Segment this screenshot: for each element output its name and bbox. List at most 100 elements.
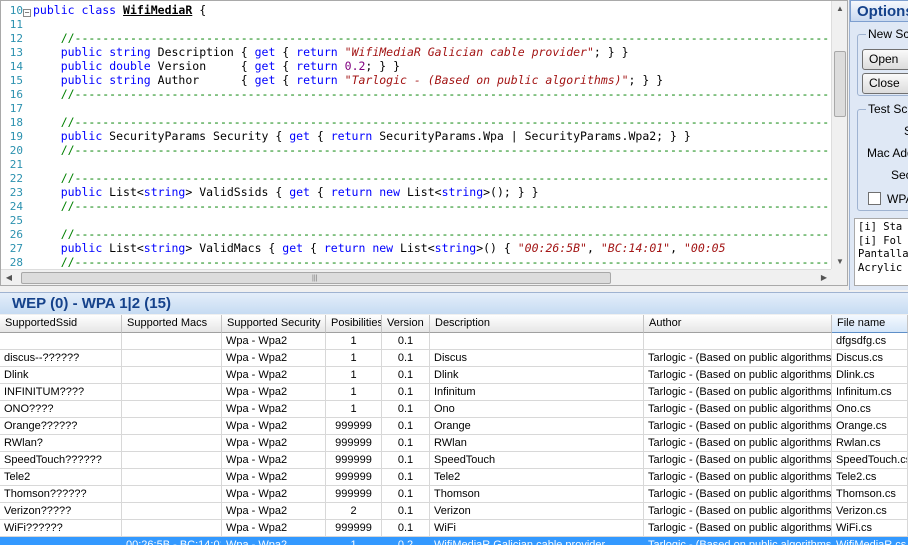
table-cell[interactable]: Wpa - Wpa2: [222, 333, 326, 350]
table-cell[interactable]: Tarlogic - (Based on public algorithms): [644, 367, 832, 384]
code-line[interactable]: 25: [1, 213, 832, 227]
table-row[interactable]: discus--?????? Wpa - Wpa2 1 0.1 Discus Tarlog…: [0, 350, 908, 367]
table-cell[interactable]: 0.1: [382, 520, 430, 537]
table-cell[interactable]: Tarlogic - (Based on public algorithms): [644, 384, 832, 401]
code-line[interactable]: 12 //-----------------------------------…: [1, 31, 832, 45]
table-cell[interactable]: [122, 401, 222, 418]
table-cell[interactable]: 0.1: [382, 367, 430, 384]
table-cell[interactable]: Discus.cs: [832, 350, 908, 367]
column-header-author[interactable]: Author: [644, 315, 832, 333]
table-cell[interactable]: 1: [326, 367, 382, 384]
horizontal-scroll-thumb[interactable]: |||: [21, 272, 611, 284]
table-cell[interactable]: Tele2.cs: [832, 469, 908, 486]
table-cell[interactable]: 999999: [326, 435, 382, 452]
code-area[interactable]: 10− public class WifiMediaR {11 12 //-----…: [1, 1, 832, 270]
table-cell[interactable]: Wpa - Wpa2: [222, 503, 326, 520]
table-cell[interactable]: WiFi??????: [0, 520, 122, 537]
table-cell[interactable]: 1: [326, 537, 382, 545]
table-cell[interactable]: [122, 452, 222, 469]
table-cell[interactable]: Wpa - Wpa2: [222, 537, 326, 545]
table-cell[interactable]: Tarlogic - (Based on public algorithms): [644, 486, 832, 503]
table-cell[interactable]: Wpa - Wpa2: [222, 401, 326, 418]
table-cell[interactable]: [122, 333, 222, 350]
code-line[interactable]: 26 //-----------------------------------…: [1, 227, 832, 241]
vertical-scroll-thumb[interactable]: [834, 51, 846, 117]
table-cell[interactable]: 1: [326, 401, 382, 418]
table-cell[interactable]: Tarlogic - (Based on public algorithms): [644, 418, 832, 435]
scroll-up-icon[interactable]: ▲: [832, 1, 848, 17]
table-cell[interactable]: Orange.cs: [832, 418, 908, 435]
table-cell[interactable]: Tarlogic - (Based on public algorithms): [644, 401, 832, 418]
code-line[interactable]: 28 //-----------------------------------…: [1, 255, 832, 269]
table-row[interactable]: Orange?????? Wpa - Wpa2 999999 0.1 Orange Tar…: [0, 418, 908, 435]
table-cell[interactable]: Wpa - Wpa2: [222, 469, 326, 486]
scroll-right-icon[interactable]: ▶: [816, 270, 832, 286]
code-line[interactable]: 27 public List<string> ValidMacs { get {…: [1, 241, 832, 255]
table-cell[interactable]: [122, 350, 222, 367]
table-cell[interactable]: RWlan?: [0, 435, 122, 452]
table-cell[interactable]: Verizon?????: [0, 503, 122, 520]
table-cell[interactable]: [122, 435, 222, 452]
table-cell[interactable]: 2: [326, 503, 382, 520]
table-cell[interactable]: discus--??????: [0, 350, 122, 367]
table-row[interactable]: 00:26:5B - BC:14:01 Wpa - Wpa2 1 0.2 WifiMed…: [0, 537, 908, 545]
code-line[interactable]: 23 public List<string> ValidSsids { get …: [1, 185, 832, 199]
table-cell[interactable]: SpeedTouch.cs: [832, 452, 908, 469]
table-cell[interactable]: Infinitum.cs: [832, 384, 908, 401]
vertical-scrollbar[interactable]: ▲ ▼: [831, 1, 847, 270]
scroll-left-icon[interactable]: ◀: [1, 270, 17, 286]
table-cell[interactable]: Verizon.cs: [832, 503, 908, 520]
table-cell[interactable]: [0, 537, 122, 545]
table-cell[interactable]: 0.1: [382, 350, 430, 367]
table-cell[interactable]: Dlink: [430, 367, 644, 384]
table-cell[interactable]: [122, 384, 222, 401]
table-cell[interactable]: Wpa - Wpa2: [222, 486, 326, 503]
column-header-version[interactable]: Version: [382, 315, 430, 333]
table-row[interactable]: Verizon????? Wpa - Wpa2 2 0.1 Verizon Tarlogi…: [0, 503, 908, 520]
table-cell[interactable]: [122, 418, 222, 435]
table-cell[interactable]: SpeedTouch: [430, 452, 644, 469]
table-cell[interactable]: Discus: [430, 350, 644, 367]
column-header-supported-security[interactable]: Supported Security: [222, 315, 326, 333]
column-header-file-name[interactable]: File name: [832, 315, 908, 333]
table-cell[interactable]: INFINITUM????: [0, 384, 122, 401]
code-line[interactable]: 19 public SecurityParams Security { get …: [1, 129, 832, 143]
table-cell[interactable]: 0.1: [382, 384, 430, 401]
table-cell[interactable]: Rwlan.cs: [832, 435, 908, 452]
code-line[interactable]: 11: [1, 17, 832, 31]
table-cell[interactable]: 0.1: [382, 435, 430, 452]
table-cell[interactable]: 0.1: [382, 452, 430, 469]
table-cell[interactable]: ONO????: [0, 401, 122, 418]
table-cell[interactable]: [122, 520, 222, 537]
table-row[interactable]: RWlan? Wpa - Wpa2 999999 0.1 RWlan Tarlogic -…: [0, 435, 908, 452]
table-cell[interactable]: Infinitum: [430, 384, 644, 401]
table-cell[interactable]: Tele2: [0, 469, 122, 486]
table-row[interactable]: Wpa - Wpa2 1 0.1 dfgsdfg.cs: [0, 333, 908, 350]
table-cell[interactable]: Orange??????: [0, 418, 122, 435]
collapse-icon[interactable]: −: [23, 9, 31, 17]
close-button[interactable]: Close: [862, 73, 908, 94]
table-cell[interactable]: Ono: [430, 401, 644, 418]
table-row[interactable]: WiFi?????? Wpa - Wpa2 999999 0.1 WiFi Tarlogi…: [0, 520, 908, 537]
table-cell[interactable]: Wpa - Wpa2: [222, 418, 326, 435]
table-cell[interactable]: [122, 469, 222, 486]
horizontal-scrollbar[interactable]: ◀ ||| ▶: [1, 269, 832, 285]
table-cell[interactable]: WifiMediaR.cs: [832, 537, 908, 545]
table-cell[interactable]: [0, 333, 122, 350]
table-cell[interactable]: [122, 503, 222, 520]
table-row[interactable]: INFINITUM???? Wpa - Wpa2 1 0.1 Infinitum Tarl…: [0, 384, 908, 401]
code-line[interactable]: 10− public class WifiMediaR {: [1, 3, 832, 17]
table-cell[interactable]: dfgsdfg.cs: [832, 333, 908, 350]
table-cell[interactable]: Verizon: [430, 503, 644, 520]
table-row[interactable]: Thomson?????? Wpa - Wpa2 999999 0.1 Thomson T…: [0, 486, 908, 503]
table-row[interactable]: ONO???? Wpa - Wpa2 1 0.1 Ono Tarlogic - (Base…: [0, 401, 908, 418]
table-cell[interactable]: Tarlogic - (Based on public algorithms): [644, 350, 832, 367]
table-cell[interactable]: 00:26:5B - BC:14:01: [122, 537, 222, 545]
table-row[interactable]: Tele2 Wpa - Wpa2 999999 0.1 Tele2 Tarlogic - …: [0, 469, 908, 486]
wpa-checkbox[interactable]: [868, 192, 881, 205]
table-cell[interactable]: 0.1: [382, 333, 430, 350]
table-cell[interactable]: Ono.cs: [832, 401, 908, 418]
table-cell[interactable]: WiFi: [430, 520, 644, 537]
table-cell[interactable]: Orange: [430, 418, 644, 435]
code-line[interactable]: 22 //-----------------------------------…: [1, 171, 832, 185]
